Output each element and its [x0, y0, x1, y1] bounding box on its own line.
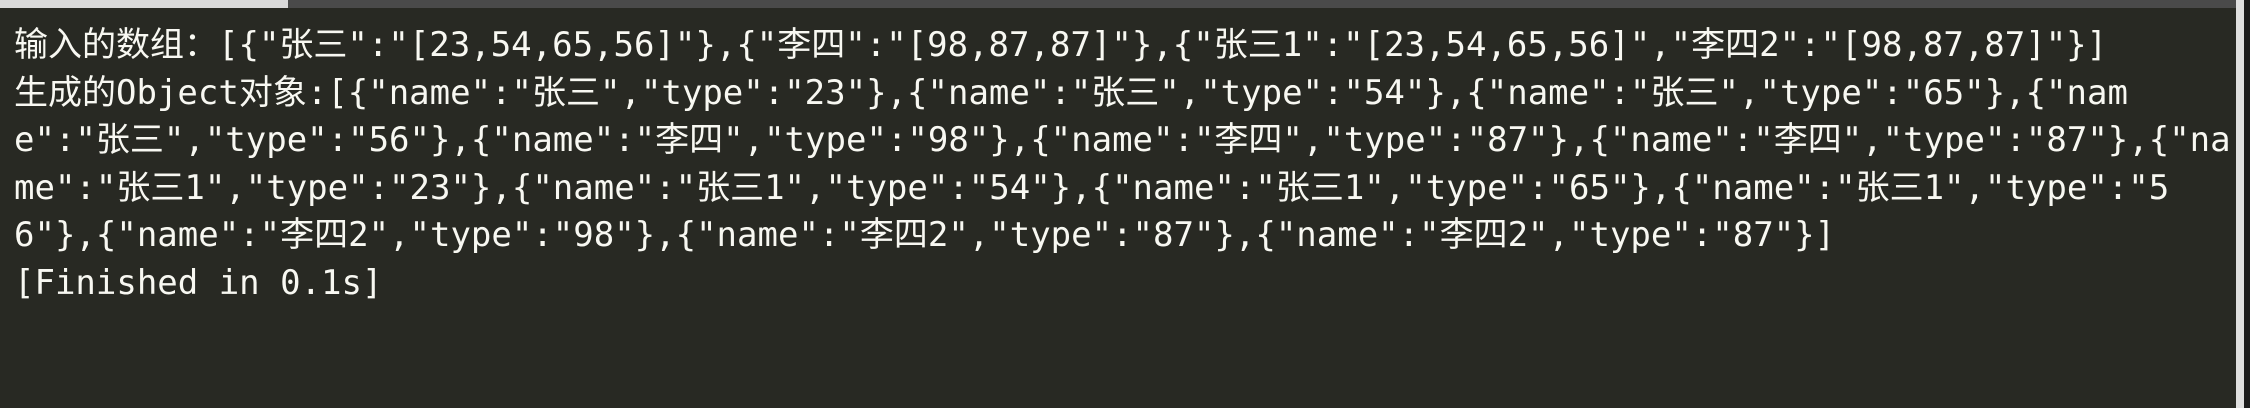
top-strip-light — [0, 0, 288, 8]
finished-line: [Finished in 0.1s] — [14, 262, 383, 303]
generated-object-line: 生成的Object对象:[{"name":"张三","type":"23"},{… — [14, 72, 2231, 256]
input-array-line: 输入的数组：[{"张三":"[23,54,65,56]"},{"李四":"[98… — [14, 25, 2108, 65]
top-strip-dark — [288, 0, 2250, 8]
output-console[interactable]: 输入的数组：[{"张三":"[23,54,65,56]"},{"李四":"[98… — [14, 22, 2234, 408]
top-strip — [0, 0, 2250, 8]
console-window: 输入的数组：[{"张三":"[23,54,65,56]"},{"李四":"[98… — [0, 0, 2250, 408]
right-scroll-edge[interactable] — [2236, 0, 2250, 408]
